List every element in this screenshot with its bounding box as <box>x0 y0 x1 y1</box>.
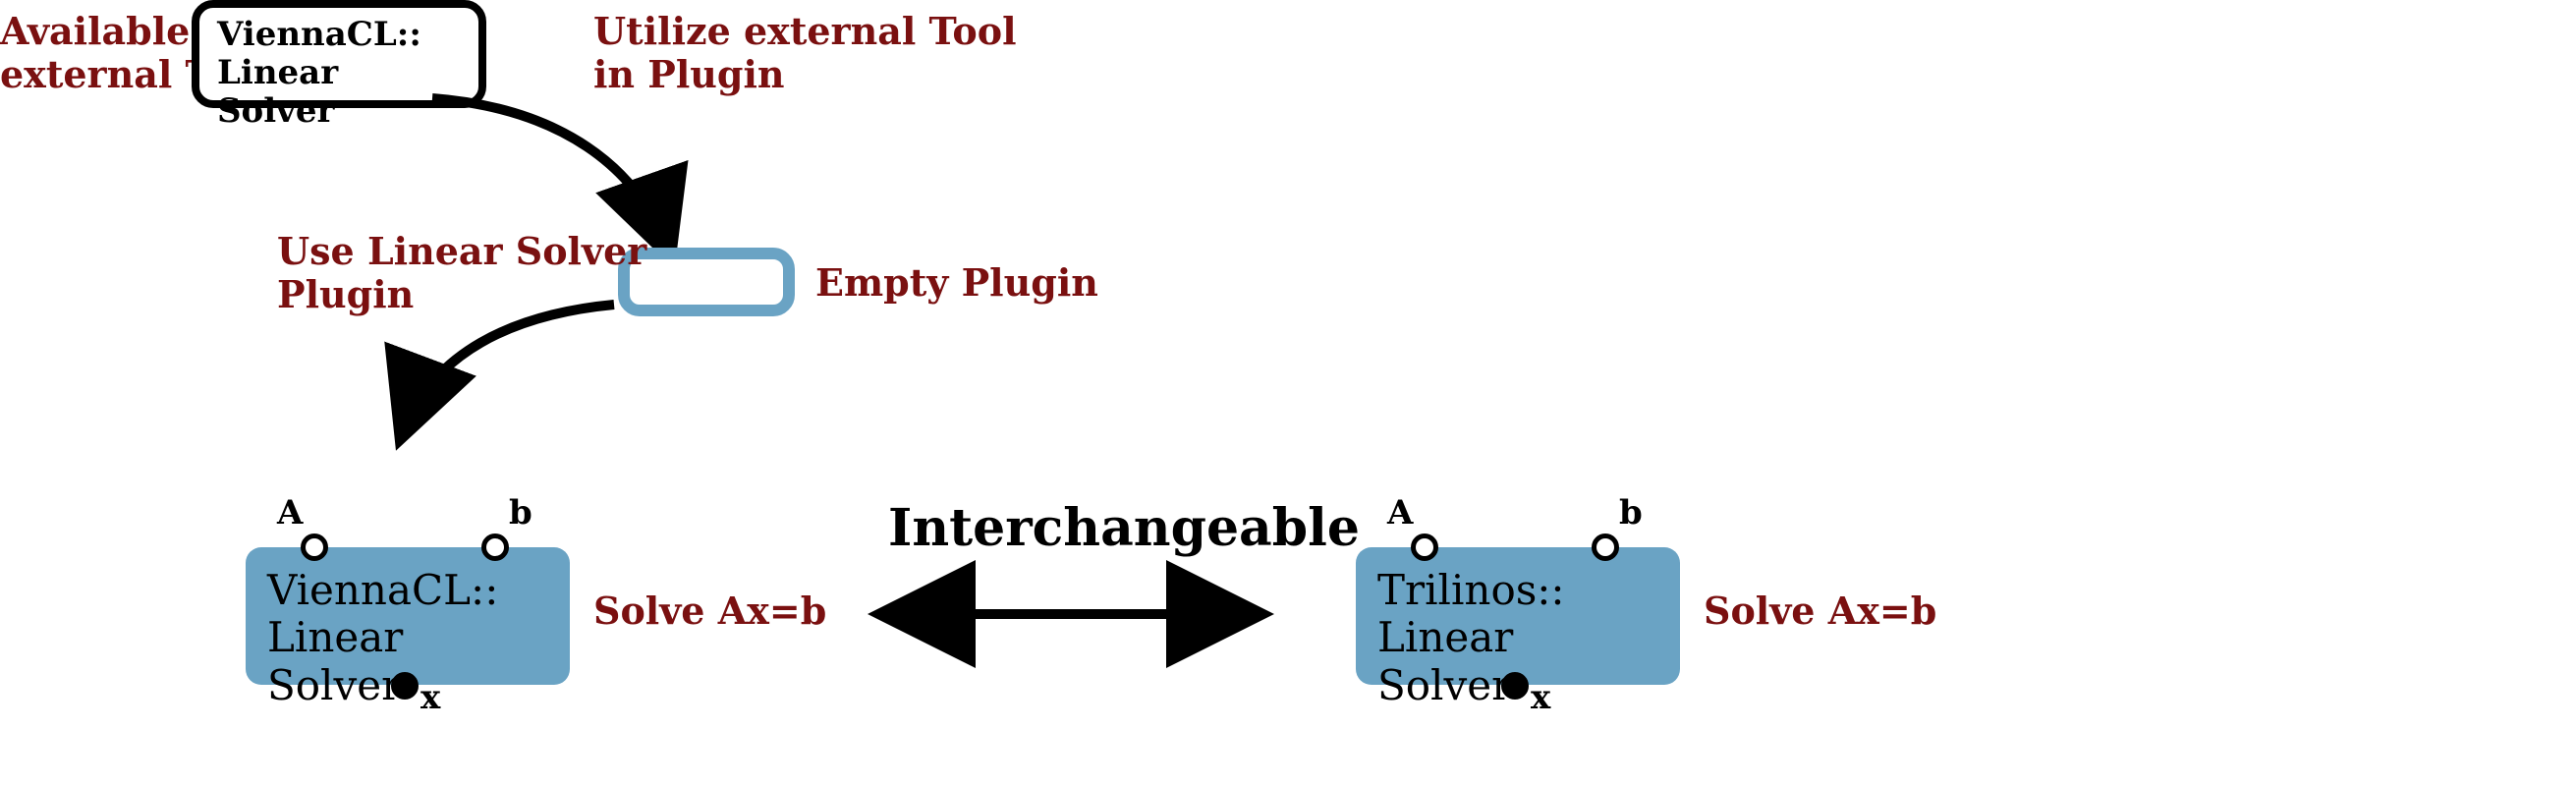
port-A-left <box>301 533 328 561</box>
port-x-left <box>391 672 419 700</box>
port-label-A-left: A <box>277 493 303 533</box>
port-label-A-right: A <box>1387 493 1413 533</box>
port-label-b-right: b <box>1619 493 1643 533</box>
port-x-right <box>1501 672 1529 700</box>
port-b-right <box>1592 533 1619 561</box>
label-solve-left: Solve Ax=b <box>593 590 826 633</box>
plugin-viennacl-line1: ViennaCL:: <box>267 567 548 614</box>
plugin-trilinos-line1: Trilinos:: <box>1377 567 1658 614</box>
label-solve-right: Solve Ax=b <box>1704 590 1936 633</box>
external-tool-line1: ViennaCL:: <box>217 16 461 54</box>
port-label-x-right: x <box>1531 678 1550 717</box>
port-b-left <box>481 533 509 561</box>
label-empty-plugin: Empty Plugin <box>815 261 1098 305</box>
label-interchangeable: Interchangeable <box>888 500 1360 556</box>
port-A-right <box>1411 533 1438 561</box>
plugin-box-trilinos: Trilinos:: Linear Solver <box>1356 547 1680 685</box>
plugin-box-viennacl: ViennaCL:: Linear Solver <box>246 547 570 685</box>
arrow-interchangeable <box>865 585 1277 644</box>
port-label-b-left: b <box>509 493 532 533</box>
arrow-plugin-to-solver <box>383 295 629 472</box>
port-label-x-left: x <box>420 678 440 717</box>
diagram-stage: Available external Tool ViennaCL:: Linea… <box>0 0 2576 786</box>
